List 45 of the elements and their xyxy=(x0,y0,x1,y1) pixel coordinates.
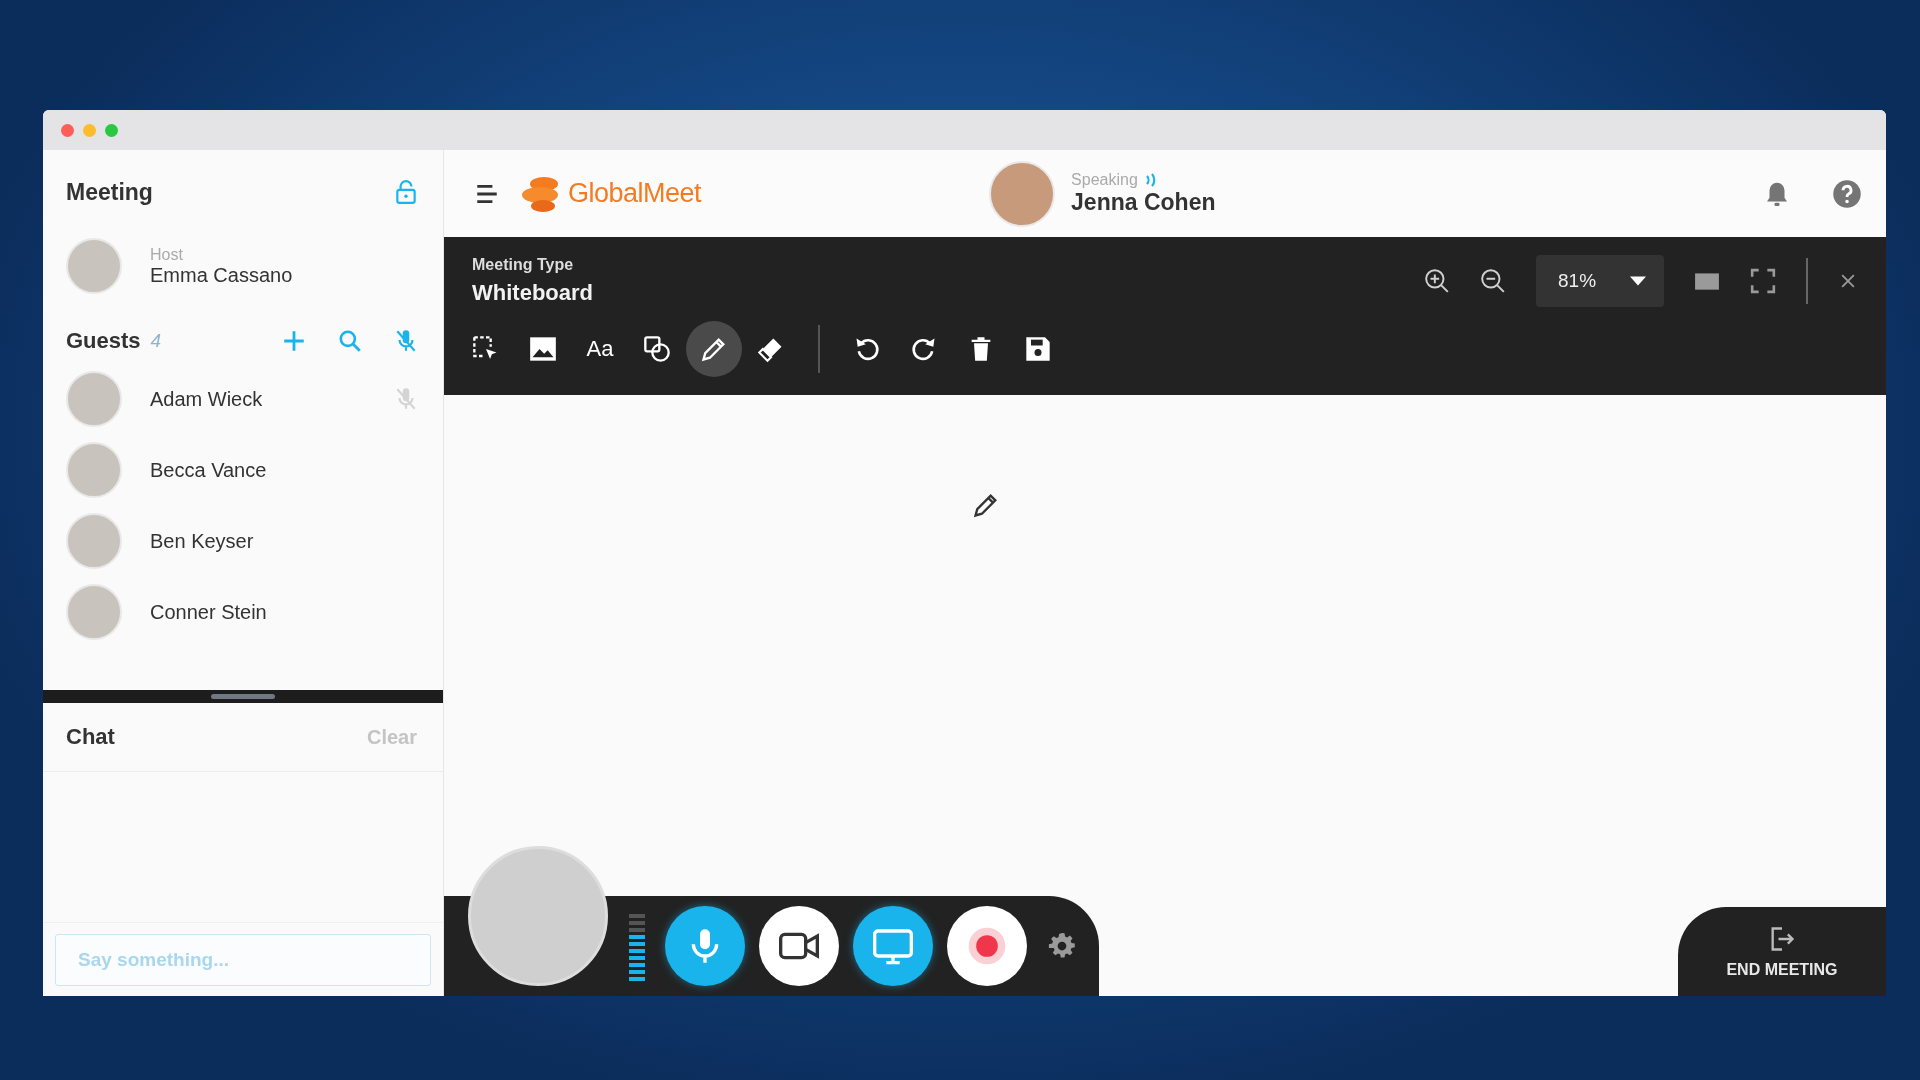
chat-input[interactable]: Say something... xyxy=(55,934,431,986)
guest-row[interactable]: Conner Stein xyxy=(43,577,443,648)
meeting-type-label: Meeting Type xyxy=(472,256,575,274)
avatar xyxy=(66,442,122,498)
speaker-name: Jenna Cohen xyxy=(1071,189,1216,216)
chat-title: Chat xyxy=(66,724,115,750)
sidebar-title: Meeting xyxy=(66,178,153,206)
shapes-icon xyxy=(643,335,671,363)
speaking-label: Speaking xyxy=(1071,171,1138,189)
avatar xyxy=(66,584,122,640)
resize-handle[interactable] xyxy=(211,694,275,699)
guest-row[interactable]: Adam Wieck xyxy=(43,364,443,435)
zoom-in-icon[interactable] xyxy=(1424,268,1450,294)
guest-name: Adam Wieck xyxy=(150,387,263,411)
monitor-icon xyxy=(873,926,913,966)
zoom-dropdown[interactable]: 81% xyxy=(1536,255,1664,307)
avatar xyxy=(66,238,122,294)
guest-name: Ben Keyser xyxy=(150,529,254,553)
pen-tool-button[interactable] xyxy=(686,321,742,377)
guest-row[interactable]: Becca Vance xyxy=(43,435,443,506)
meeting-type: Whiteboard xyxy=(472,280,593,306)
text-tool-button[interactable]: Aa xyxy=(572,321,628,377)
guest-name: Becca Vance xyxy=(150,458,267,482)
pencil-icon xyxy=(700,335,728,363)
mic-button[interactable] xyxy=(665,906,745,986)
guest-name: Conner Stein xyxy=(150,600,267,624)
pencil-cursor-icon xyxy=(972,491,1000,519)
settings-icon[interactable] xyxy=(1047,931,1077,961)
fullscreen-icon[interactable] xyxy=(1750,268,1776,294)
zoom-out-icon[interactable] xyxy=(1480,268,1506,294)
record-icon xyxy=(967,926,1007,966)
guest-row[interactable]: Ben Keyser xyxy=(43,506,443,577)
save-icon xyxy=(1024,335,1052,363)
screen-button[interactable] xyxy=(853,906,933,986)
help-icon[interactable] xyxy=(1832,178,1862,209)
caret-icon xyxy=(1630,275,1646,287)
avatar xyxy=(66,513,122,569)
logo-text: GlobalMeet xyxy=(568,178,702,209)
guests-title: Guests xyxy=(66,328,141,354)
avatar xyxy=(66,371,122,427)
host-name: Emma Cassano xyxy=(150,263,293,287)
end-meeting-button[interactable]: END MEETING xyxy=(1678,907,1886,996)
host-label: Host xyxy=(150,245,184,264)
image-icon xyxy=(529,335,557,363)
guest-count: 4 xyxy=(150,330,162,352)
